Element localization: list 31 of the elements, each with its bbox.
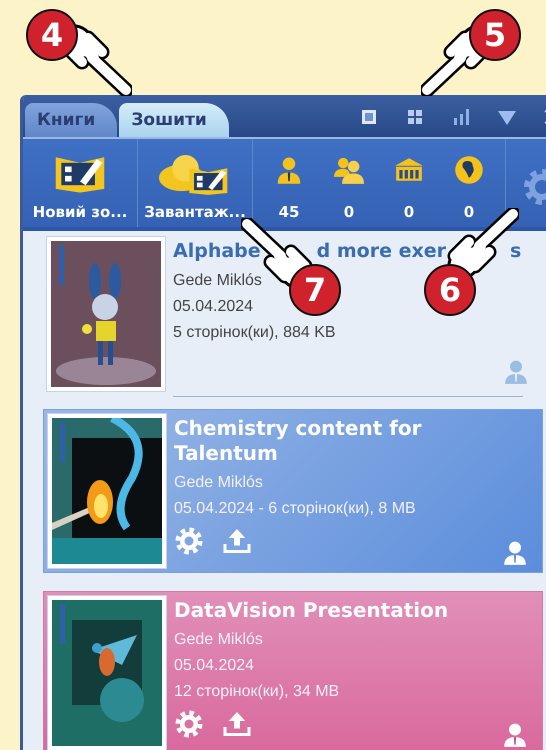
tab[interactable]: Книги — [25, 103, 118, 137]
settings-icon[interactable] — [174, 709, 204, 739]
notebook-title: Alphabe d more exer s — [173, 239, 522, 264]
fullscreen-icon[interactable] — [359, 107, 379, 127]
notebook-details: 05.04.2024 — [173, 298, 254, 316]
toolbar-button[interactable]: Завантаж... — [138, 139, 253, 227]
count: 0 — [464, 203, 474, 221]
author: Gede Miklós — [174, 631, 263, 649]
tab[interactable]: Зошити — [119, 103, 229, 137]
notebook-details: 12 сторінок(ки), 34 MB — [174, 683, 340, 701]
count: 45 — [278, 203, 300, 221]
globe-icon[interactable] — [454, 155, 484, 185]
notebook-details: 05.04.2024 — [174, 657, 254, 675]
author: Gede Miklós — [174, 474, 263, 492]
settings-icon[interactable] — [174, 526, 204, 556]
grid-icon[interactable] — [405, 107, 425, 127]
person-icon — [502, 540, 528, 566]
step-number: 5 — [469, 9, 521, 61]
notebook-details: 5 сторінок(ки), 884 KB — [173, 324, 336, 342]
notebook-title: DataVision Presentation — [174, 598, 450, 623]
notebook-details: 05.04.2024 - 6 сторінок(ки), 8 MB — [174, 500, 416, 518]
count: 0 — [344, 203, 354, 221]
notebook-title: Chemistry content for Talentum — [174, 416, 423, 466]
person-icon — [502, 722, 528, 748]
person-icon — [503, 359, 529, 385]
toolbar-button[interactable]: Новий зо... — [23, 139, 138, 227]
step-number: 4 — [26, 9, 78, 61]
author: Gede Miklós — [173, 272, 262, 290]
people-icon[interactable] — [334, 155, 364, 185]
count: 0 — [404, 203, 414, 221]
bar-chart-icon[interactable] — [451, 107, 471, 127]
